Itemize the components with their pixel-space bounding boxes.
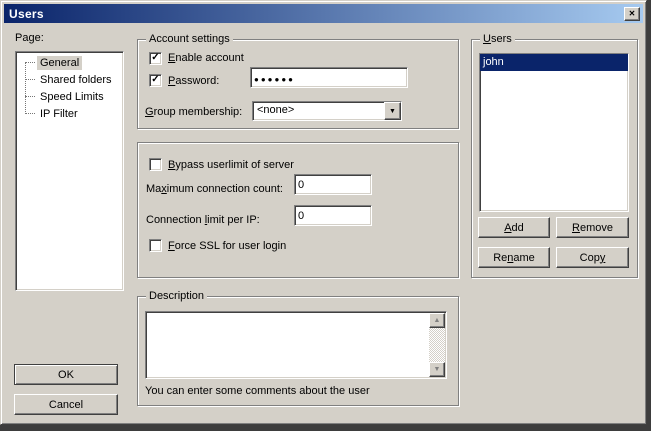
connection-per-ip-label: Connection limit per IP: (146, 214, 260, 227)
scroll-down-button[interactable]: ▼ (429, 362, 445, 377)
group-membership-combobox[interactable]: <none> ▼ (252, 101, 402, 121)
users-group: Users john Add Remove Rename Copy (471, 39, 638, 278)
desktop-background: Users ✕ Page: General Shared folders Spe… (0, 0, 651, 431)
arrow-down-icon: ▼ (434, 366, 441, 373)
password-checkbox[interactable]: ✓ (149, 74, 162, 87)
bypass-userlimit-checkbox[interactable]: ✓ (149, 158, 162, 171)
connection-per-ip-input[interactable] (294, 205, 372, 226)
page-list[interactable]: General Shared folders Speed Limits IP F… (15, 51, 124, 291)
bypass-userlimit-label: Bypass userlimit of server (168, 159, 294, 172)
add-button-label: Add (504, 222, 524, 234)
user-item-john[interactable]: john (480, 54, 628, 71)
users-list[interactable]: john (479, 53, 629, 212)
enable-account-checkbox[interactable]: ✓ (149, 52, 162, 65)
page-item-speed-limits[interactable]: Speed Limits (16, 88, 123, 105)
password-input[interactable] (250, 67, 408, 88)
max-connection-input[interactable] (294, 174, 372, 195)
arrow-up-icon: ▲ (434, 317, 441, 324)
page-item-general[interactable]: General (16, 54, 123, 71)
combobox-value: <none> (253, 102, 384, 120)
page-label: Page: (15, 32, 44, 45)
close-icon: ✕ (629, 10, 636, 18)
remove-button-label: Remove (572, 222, 613, 234)
force-ssl-checkbox[interactable]: ✓ (149, 239, 162, 252)
description-hint: You can enter some comments about the us… (145, 385, 370, 398)
enable-account-label: Enable account (168, 52, 244, 65)
description-group-title: Description (146, 290, 207, 303)
window-title: Users (9, 7, 624, 21)
rename-button[interactable]: Rename (478, 247, 550, 268)
description-textarea[interactable]: ▲ ▼ (145, 311, 447, 379)
force-ssl-label: Force SSL for user login (168, 240, 286, 253)
title-bar[interactable]: Users ✕ (4, 4, 643, 23)
account-settings-group: Account settings ✓ Enable account ✓ Pass… (137, 39, 459, 129)
connection-limits-group: ✓ Bypass userlimit of server Maximum con… (137, 142, 459, 278)
max-connection-label: Maximum connection count: (146, 183, 283, 196)
cancel-button[interactable]: Cancel (14, 394, 118, 415)
group-membership-label: Group membership: (145, 106, 242, 119)
page-item-shared-folders[interactable]: Shared folders (16, 71, 123, 88)
description-group: Description ▲ ▼ You can enter some comme… (137, 296, 459, 406)
page-item-ip-filter[interactable]: IP Filter (16, 105, 123, 122)
check-icon: ✓ (151, 53, 159, 63)
users-group-title: Users (480, 33, 515, 46)
vertical-scrollbar[interactable]: ▲ ▼ (429, 313, 445, 377)
combobox-dropdown-button[interactable]: ▼ (384, 102, 401, 120)
users-dialog: Users ✕ Page: General Shared folders Spe… (0, 0, 647, 425)
copy-button-label: Copy (580, 252, 606, 264)
password-label: Password: (168, 75, 219, 88)
copy-button[interactable]: Copy (556, 247, 629, 268)
add-button[interactable]: Add (478, 217, 550, 238)
check-icon: ✓ (151, 75, 159, 85)
chevron-down-icon: ▼ (389, 108, 396, 115)
ok-button[interactable]: OK (14, 364, 118, 385)
account-settings-group-title: Account settings (146, 33, 233, 46)
rename-button-label: Rename (493, 252, 535, 264)
close-button[interactable]: ✕ (624, 7, 640, 21)
remove-button[interactable]: Remove (556, 217, 629, 238)
scroll-up-button[interactable]: ▲ (429, 313, 445, 328)
